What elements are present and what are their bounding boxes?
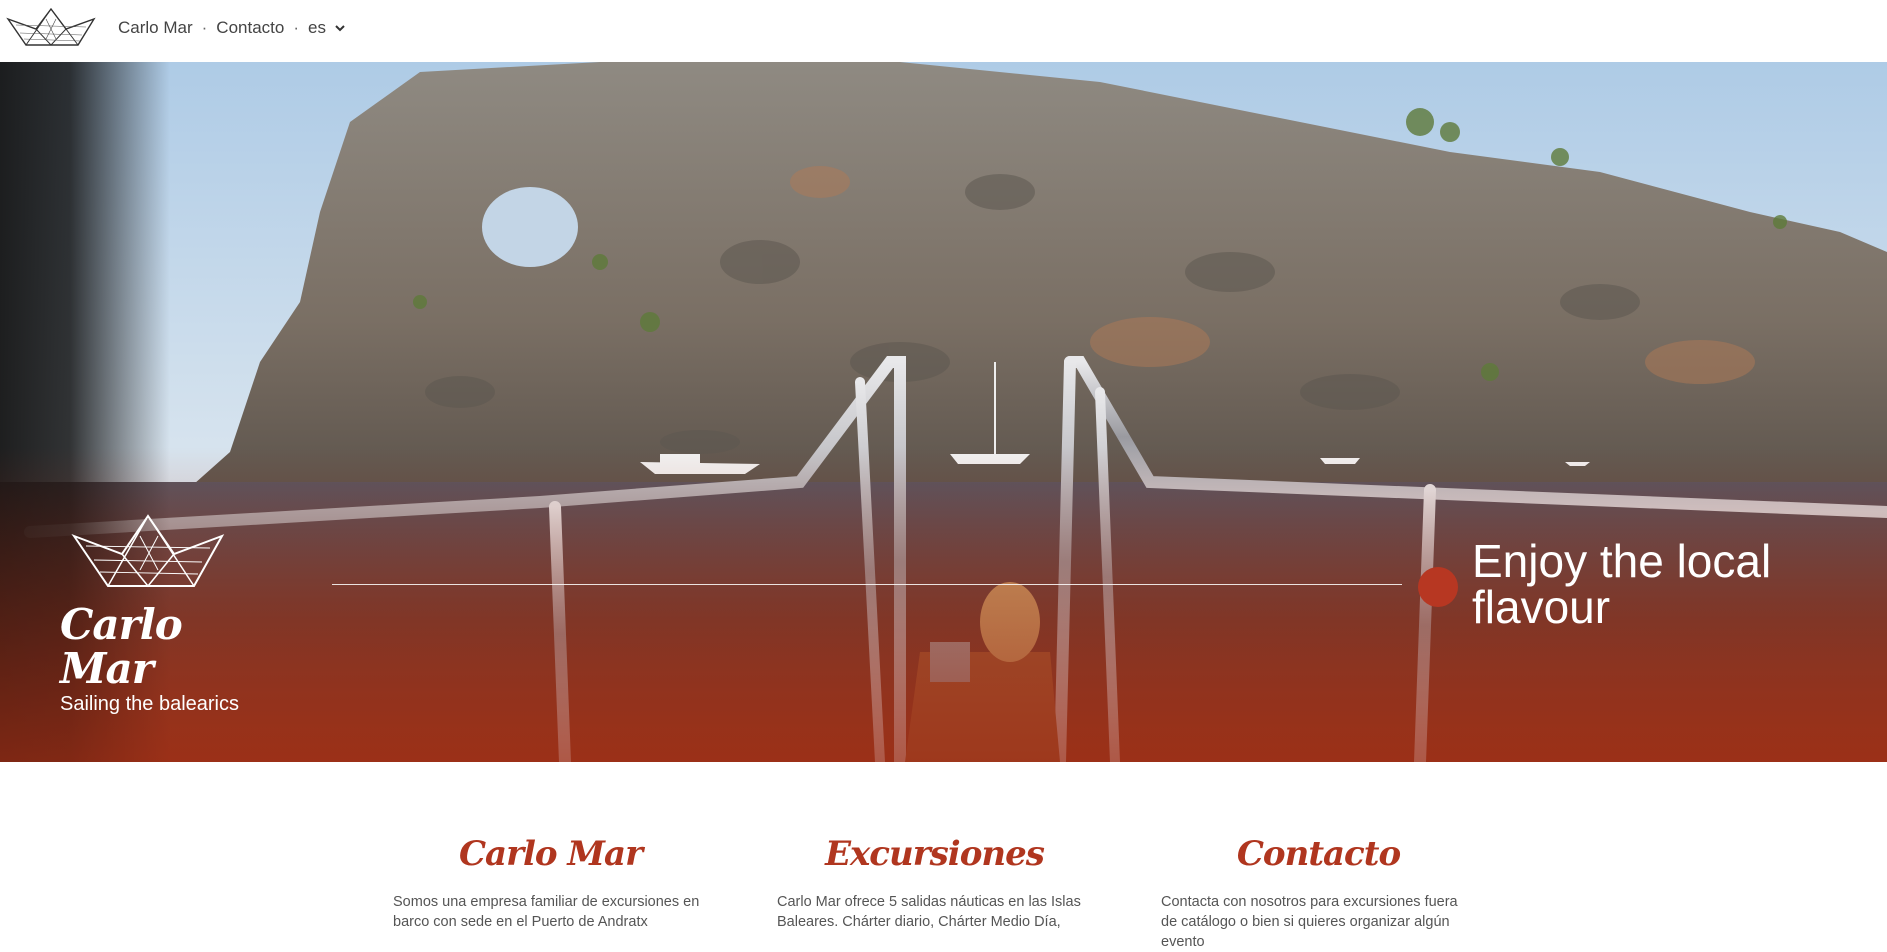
column-title[interactable]: Contacto: [1161, 832, 1476, 876]
paper-boat-icon: [71, 514, 225, 588]
column-title[interactable]: Carlo Mar: [393, 832, 708, 876]
hero-bottom-tint: [0, 62, 1887, 762]
language-selector[interactable]: es: [308, 18, 346, 38]
column-text: Carlo Mar ofrece 5 salidas náuticas en l…: [777, 894, 1081, 930]
column-title[interactable]: Excursiones: [777, 832, 1092, 876]
column-about: Carlo Mar Somos una empresa familiar de …: [393, 762, 708, 932]
brand-tagline: Sailing the balearics: [60, 693, 239, 715]
column-excursions: Excursiones Carlo Mar ofrece 5 salidas n…: [777, 762, 1092, 932]
intro-columns: Carlo Mar Somos una empresa familiar de …: [0, 762, 1887, 950]
chevron-down-icon: [335, 25, 345, 32]
nav-separator: ·: [201, 18, 208, 37]
nav-home-link[interactable]: Carlo Mar: [118, 18, 193, 38]
top-header: Carlo Mar · Contacto · es: [0, 0, 1887, 62]
column-text: Somos una empresa familiar de excursione…: [393, 894, 700, 930]
main-nav: Carlo Mar · Contacto · es: [118, 18, 346, 38]
paper-boat-logo-icon[interactable]: [6, 5, 96, 55]
language-label: es: [308, 18, 326, 37]
nav-contact-link[interactable]: Contacto: [216, 18, 284, 38]
hero-divider-line: [332, 584, 1402, 585]
hero-slide-dot[interactable]: [1418, 567, 1458, 607]
column-text: Contacta con nosotros para excursiones f…: [1161, 894, 1458, 950]
hero-slogan: Enjoy the local flavour: [1472, 535, 1772, 633]
brand-name: Carlo Mar: [60, 600, 183, 693]
column-contact: Contacto Contacta con nosotros para excu…: [1161, 762, 1476, 952]
hero-brand: Carlo Mar Sailing the balearics: [60, 510, 260, 716]
hero-banner: Carlo Mar Sailing the balearics Enjoy th…: [0, 62, 1887, 762]
nav-separator: ·: [293, 18, 300, 37]
